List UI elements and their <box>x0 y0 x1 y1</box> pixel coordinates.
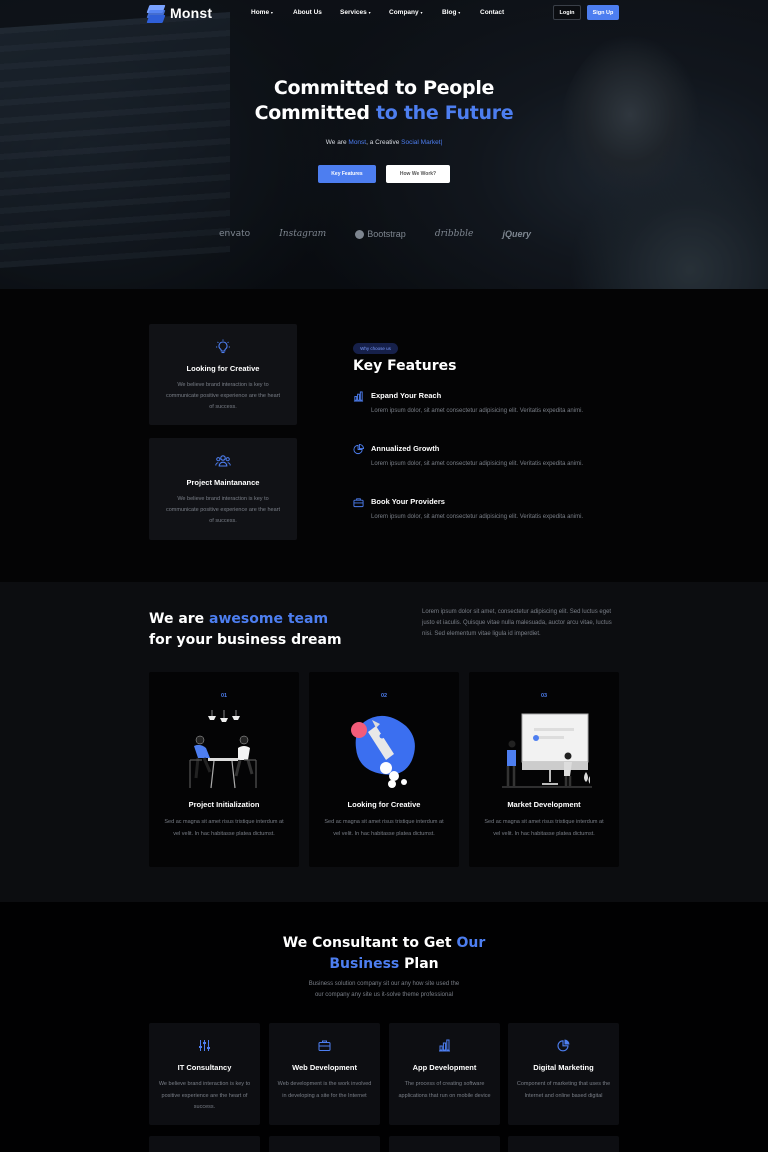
briefcase-icon <box>353 498 364 508</box>
service-card-title: IT Consultancy <box>177 1063 232 1072</box>
bar-chart-icon <box>439 1039 450 1052</box>
bootstrap-icon <box>355 229 365 239</box>
feature-item: Expand Your Reach Lorem ipsum dolor, sit… <box>353 391 623 431</box>
feature-item-text: Lorem ipsum dolor, sit amet consectetur … <box>371 461 584 467</box>
service-card-text: The process of creating software applica… <box>398 1081 491 1099</box>
briefcase-icon <box>318 1040 331 1051</box>
service-card-text: Component of marketing that uses the Int… <box>516 1081 611 1099</box>
service-card-title: Web Development <box>292 1063 357 1072</box>
logo-text: Monst <box>170 5 213 21</box>
nav-blog[interactable]: Blog ▾ <box>442 9 460 16</box>
service-card[interactable]: Web Development Web development is the w… <box>269 1023 380 1125</box>
team-title: We are awesome team for your business dr… <box>149 611 342 648</box>
rocket-illustration <box>351 715 415 788</box>
feature-item-text: Lorem ipsum dolor, sit amet consectetur … <box>371 408 584 414</box>
brand-instagram: Instagram <box>279 229 327 239</box>
nav-contact[interactable]: Contact <box>480 9 504 16</box>
signup-button[interactable]: Sign Up <box>587 5 619 20</box>
nav-about-us[interactable]: About Us <box>293 9 322 16</box>
why-choose-us-pill: Why choose us <box>353 343 398 354</box>
process-card: 02 Looking for Creative Sed ac magna sit… <box>309 672 459 867</box>
process-card: 01 Project Initialization Sed ac magna s… <box>149 672 299 867</box>
logo-icon <box>146 5 166 23</box>
meeting-illustration <box>189 710 257 789</box>
hero-subtitle: We are Monst, a Creative Social Market| <box>325 139 443 146</box>
service-card[interactable]: Digital Marketing Component of marketing… <box>508 1023 619 1125</box>
feature-item-text: Lorem ipsum dolor, sit amet consectetur … <box>371 514 584 520</box>
sliders-icon <box>199 1040 210 1051</box>
process-card-title: Looking for Creative <box>347 800 421 809</box>
service-card-title: Digital Marketing <box>533 1063 594 1072</box>
feature-item-title: Expand Your Reach <box>371 391 442 400</box>
presentation-illustration <box>502 713 592 788</box>
feature-item-title: Book Your Providers <box>371 497 445 506</box>
process-number: 01 <box>220 693 228 699</box>
feature-card-text: We believe brand interaction is key to c… <box>165 382 281 410</box>
feature-card: Project Maintanance We believe brand int… <box>149 438 297 540</box>
nav-home[interactable]: Home ▾ <box>251 9 273 16</box>
nav-company[interactable]: Company ▾ <box>389 9 422 16</box>
brand-jquery: jQuery <box>502 229 531 239</box>
process-card-title: Project Initialization <box>188 800 260 809</box>
brand-dribbble: dribbble <box>434 229 474 239</box>
hero-title-line2: Committed to the Future <box>254 102 514 124</box>
consultant-title: We Consultant to Get Our Business Plan <box>282 935 486 972</box>
how-we-work-button[interactable]: How We Work? <box>386 165 450 183</box>
service-card-partial <box>389 1136 500 1152</box>
feature-item: Annualized Growth Lorem ipsum dolor, sit… <box>353 444 623 484</box>
pie-chart-icon <box>353 444 364 455</box>
nav-services[interactable]: Services ▾ <box>340 9 371 16</box>
feature-card-title: Project Maintanance <box>186 478 260 487</box>
service-card-title: App Development <box>412 1063 477 1072</box>
service-card-partial <box>508 1136 619 1152</box>
pie-chart-icon <box>557 1039 570 1052</box>
logo[interactable]: Monst <box>146 5 213 23</box>
process-card: 03 Market Development Sed ac magna sit a… <box>469 672 619 867</box>
lightbulb-icon <box>216 339 230 354</box>
service-card-text: Web development is the work involved in … <box>277 1081 372 1099</box>
brand-logos: envato Instagram Bootstrap dribbble jQue… <box>219 229 531 239</box>
service-card[interactable]: IT Consultancy We believe brand interact… <box>149 1023 260 1125</box>
process-number: 03 <box>540 693 548 699</box>
process-card-text: Sed ac magna sit amet risus tristique in… <box>324 819 444 837</box>
hero-title-line1: Committed to People <box>273 77 495 99</box>
process-card-title: Market Development <box>507 800 581 809</box>
feature-card-text: We believe brand interaction is key to c… <box>165 496 281 524</box>
process-card-text: Sed ac magna sit amet risus tristique in… <box>164 819 284 837</box>
users-icon <box>215 455 231 467</box>
features-section <box>0 289 768 582</box>
team-description: Lorem ipsum dolor sit amet, consectetur … <box>422 609 612 637</box>
service-card-partial <box>149 1136 260 1152</box>
key-features-button[interactable]: Key Features <box>318 165 376 183</box>
brand-bootstrap: Bootstrap <box>355 229 406 239</box>
feature-card: Looking for Creative We believe brand in… <box>149 324 297 425</box>
service-card[interactable]: App Development The process of creating … <box>389 1023 500 1125</box>
feature-item: Book Your Providers Lorem ipsum dolor, s… <box>353 497 623 537</box>
feature-item-title: Annualized Growth <box>371 444 440 453</box>
feature-card-title: Looking for Creative <box>186 364 260 373</box>
bar-chart-icon <box>353 391 364 402</box>
consultant-description: Business solution company sit our any ho… <box>308 981 460 998</box>
login-button[interactable]: Login <box>553 5 581 20</box>
process-card-text: Sed ac magna sit amet risus tristique in… <box>484 819 604 837</box>
process-number: 02 <box>380 693 388 699</box>
brand-envato: envato <box>219 229 251 239</box>
key-features-title: Key Features <box>353 358 457 374</box>
service-card-text: We believe brand interaction is key to p… <box>158 1081 251 1110</box>
service-card-partial <box>269 1136 380 1152</box>
